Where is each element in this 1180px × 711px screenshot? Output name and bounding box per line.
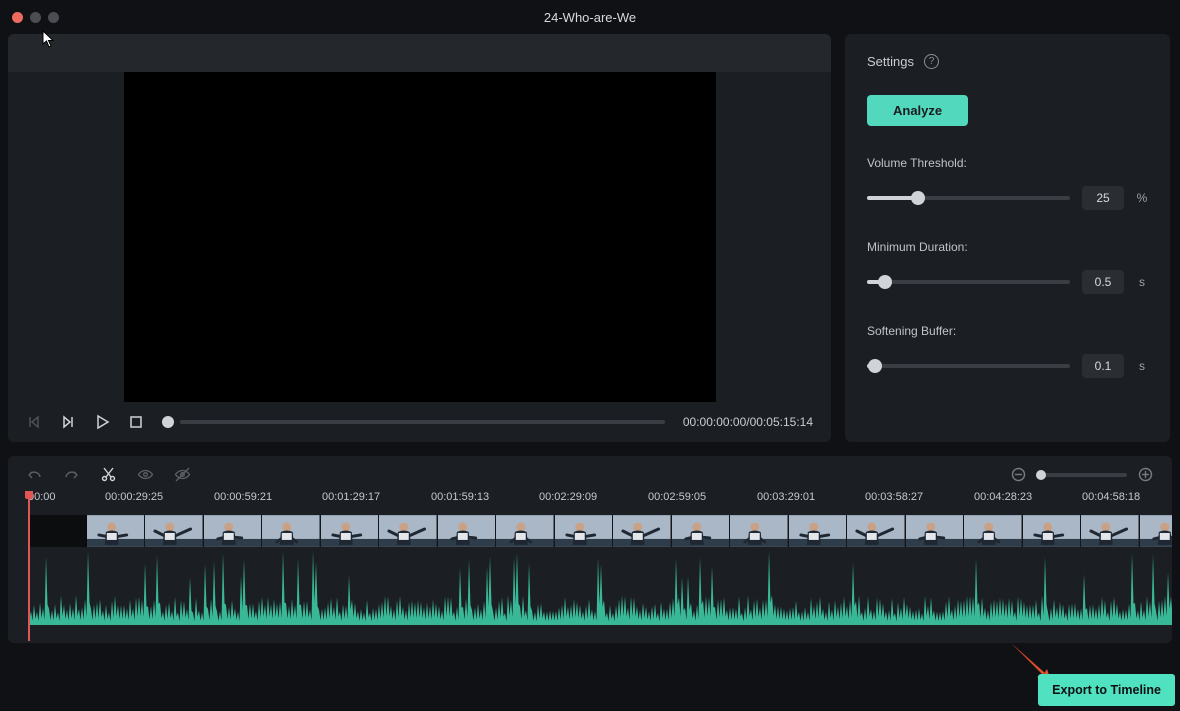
- settings-panel: Settings ? Analyze Volume Threshold: 25 …: [845, 34, 1170, 442]
- audio-waveform[interactable]: [28, 547, 1172, 625]
- softening-buffer-value[interactable]: 0.1: [1082, 354, 1124, 378]
- export-to-timeline-button[interactable]: Export to Timeline: [1038, 674, 1175, 706]
- thumbnail[interactable]: [145, 515, 204, 547]
- thumbnail[interactable]: [789, 515, 848, 547]
- settings-label: Settings: [867, 54, 914, 69]
- thumbnail[interactable]: [204, 515, 263, 547]
- clip-thumbnails[interactable]: [28, 515, 1172, 547]
- playback-controls: 00:00:00:00/00:05:15:14: [8, 402, 831, 442]
- softening-buffer-unit: s: [1136, 359, 1148, 373]
- play-icon[interactable]: [94, 414, 110, 430]
- softening-buffer-label: Softening Buffer:: [867, 324, 1148, 338]
- thumbnail[interactable]: [496, 515, 555, 547]
- ruler-tick: 00:04:58:18: [1082, 491, 1140, 503]
- playhead[interactable]: [28, 491, 30, 641]
- video-preview[interactable]: [8, 72, 831, 402]
- softening-buffer-slider[interactable]: [867, 364, 1070, 368]
- zoom-out-icon[interactable]: [1010, 466, 1027, 483]
- thumbnail[interactable]: [906, 515, 965, 547]
- thumbnail[interactable]: [672, 515, 731, 547]
- scrubber[interactable]: [162, 416, 665, 428]
- ruler-tick: 00:03:58:27: [865, 491, 923, 503]
- thumbnail[interactable]: [730, 515, 789, 547]
- volume-threshold-unit: %: [1136, 191, 1148, 205]
- timeline-toolbar: [8, 466, 1172, 491]
- eye-icon[interactable]: [137, 466, 154, 483]
- timeline-ruler[interactable]: 00:0000:00:29:2500:00:59:2100:01:29:1700…: [8, 491, 1172, 511]
- zoom-in-icon[interactable]: [1137, 466, 1154, 483]
- volume-threshold-value[interactable]: 25: [1082, 186, 1124, 210]
- preview-panel: 00:00:00:00/00:05:15:14: [8, 34, 831, 442]
- minimum-duration-label: Minimum Duration:: [867, 240, 1148, 254]
- volume-threshold-param: Volume Threshold: 25 %: [867, 156, 1148, 210]
- ruler-tick: 00:02:29:09: [539, 491, 597, 503]
- timeline-body[interactable]: 00:0000:00:29:2500:00:59:2100:01:29:1700…: [8, 491, 1172, 641]
- zoom-slider[interactable]: [1037, 473, 1127, 477]
- thumbnail[interactable]: [847, 515, 906, 547]
- minimum-duration-slider[interactable]: [867, 280, 1070, 284]
- cut-icon[interactable]: [100, 466, 117, 483]
- eye-off-icon[interactable]: [174, 466, 191, 483]
- ruler-tick: 00:02:59:05: [648, 491, 706, 503]
- timeline-panel: 00:0000:00:29:2500:00:59:2100:01:29:1700…: [8, 456, 1172, 643]
- ruler-tick: 00:01:59:13: [431, 491, 489, 503]
- stop-icon[interactable]: [128, 414, 144, 430]
- ruler-tick: 00:03:29:01: [757, 491, 815, 503]
- analyze-button[interactable]: Analyze: [867, 95, 968, 126]
- minimum-duration-value[interactable]: 0.5: [1082, 270, 1124, 294]
- thumbnail[interactable]: [262, 515, 321, 547]
- thumbnail[interactable]: [613, 515, 672, 547]
- ruler-tick: 00:04:28:23: [974, 491, 1032, 503]
- volume-threshold-label: Volume Threshold:: [867, 156, 1148, 170]
- ruler-tick: 00:00:59:21: [214, 491, 272, 503]
- thumbnail[interactable]: [964, 515, 1023, 547]
- ruler-tick: 00:00:29:25: [105, 491, 163, 503]
- undo-icon[interactable]: [26, 466, 43, 483]
- redo-icon[interactable]: [63, 466, 80, 483]
- softening-buffer-param: Softening Buffer: 0.1 s: [867, 324, 1148, 378]
- thumbnail[interactable]: [438, 515, 497, 547]
- thumbnail[interactable]: [555, 515, 614, 547]
- minimum-duration-param: Minimum Duration: 0.5 s: [867, 240, 1148, 294]
- minimize-window-icon[interactable]: [30, 12, 41, 23]
- prev-frame-icon[interactable]: [26, 414, 42, 430]
- ruler-tick: 00:01:29:17: [322, 491, 380, 503]
- close-window-icon[interactable]: [12, 12, 23, 23]
- next-frame-icon[interactable]: [60, 414, 76, 430]
- thumbnail[interactable]: [321, 515, 380, 547]
- help-icon[interactable]: ?: [924, 54, 939, 69]
- minimum-duration-unit: s: [1136, 275, 1148, 289]
- thumbnail[interactable]: [1081, 515, 1140, 547]
- thumbnail[interactable]: [379, 515, 438, 547]
- thumbnail[interactable]: [87, 515, 146, 547]
- zoom-control: [1010, 466, 1154, 483]
- window-title: 24-Who-are-We: [544, 10, 636, 25]
- preview-header: [8, 34, 831, 72]
- thumbnail[interactable]: [1140, 515, 1173, 547]
- window-controls: [12, 12, 59, 23]
- timecode: 00:00:00:00/00:05:15:14: [683, 415, 813, 429]
- maximize-window-icon[interactable]: [48, 12, 59, 23]
- volume-threshold-slider[interactable]: [867, 196, 1070, 200]
- title-bar: 24-Who-are-We: [0, 0, 1180, 34]
- thumbnail[interactable]: [1023, 515, 1082, 547]
- thumbnail[interactable]: [28, 515, 87, 547]
